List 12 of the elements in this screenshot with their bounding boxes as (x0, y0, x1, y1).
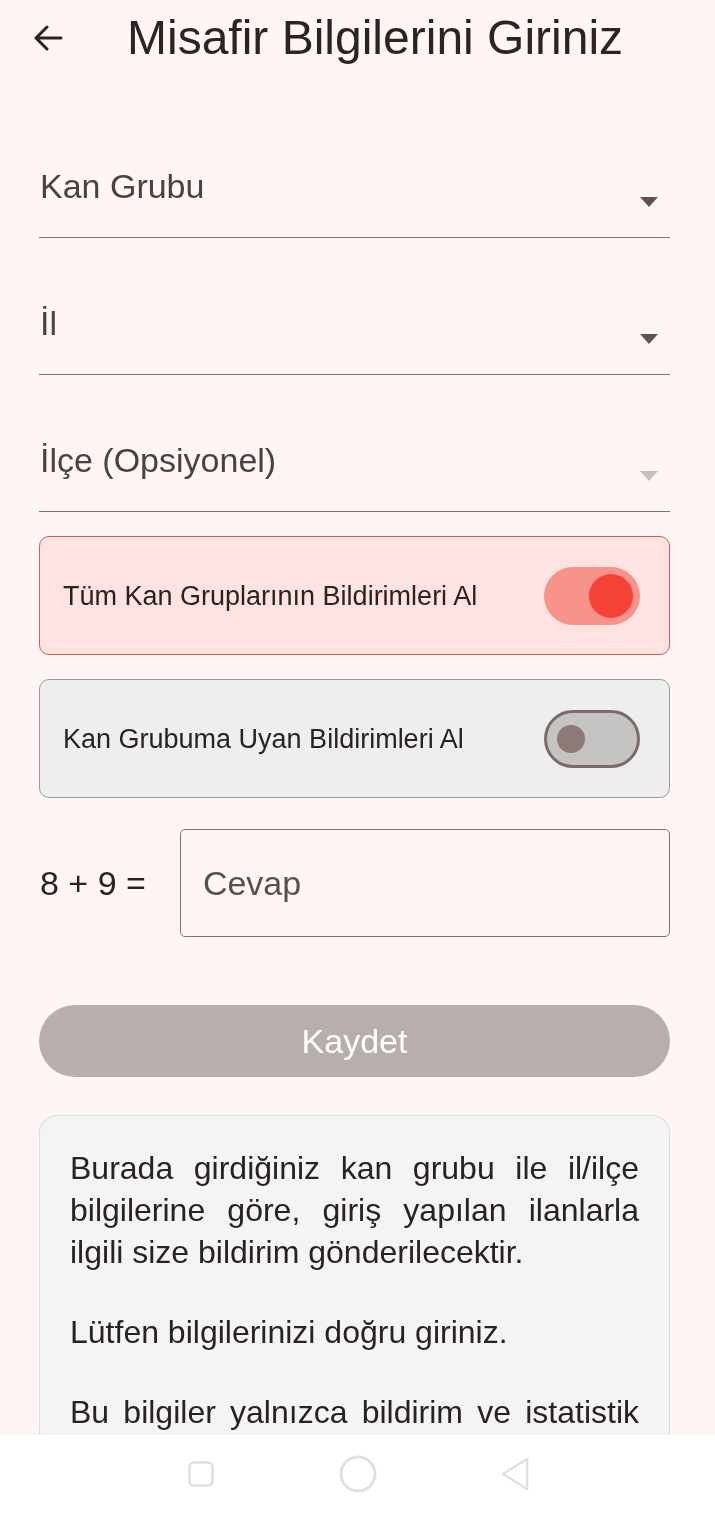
dropdown-field[interactable]: İl (39, 297, 670, 375)
toggle-label: Kan Grubuma Uyan Bildirimleri Al (63, 722, 464, 755)
info-text: Bu bilgiler yalnızca bildirim ve istatistik (70, 1393, 639, 1432)
math-question: 8 + 9 = (39, 863, 146, 903)
back-icon[interactable] (33, 25, 63, 51)
toggle-switch[interactable] (544, 709, 640, 768)
page-title: Misafir Bilgilerini Giriniz (127, 10, 624, 66)
info-text: Lütfen bilgilerinizi doğru giriniz. (70, 1313, 509, 1352)
toggle-label: Tüm Kan Gruplarının Bildirimleri Al (63, 579, 478, 612)
info-text: Burada girdiğiniz kan grubu ile il/ilçe bilgilerine göre, giriş yapılan ilanlarla ilgili size bildirim gönderilecektir. (70, 1149, 639, 1272)
dropdown-field[interactable]: Kan Grubu (39, 160, 670, 238)
answer-field[interactable]: Cevap (179, 829, 670, 937)
